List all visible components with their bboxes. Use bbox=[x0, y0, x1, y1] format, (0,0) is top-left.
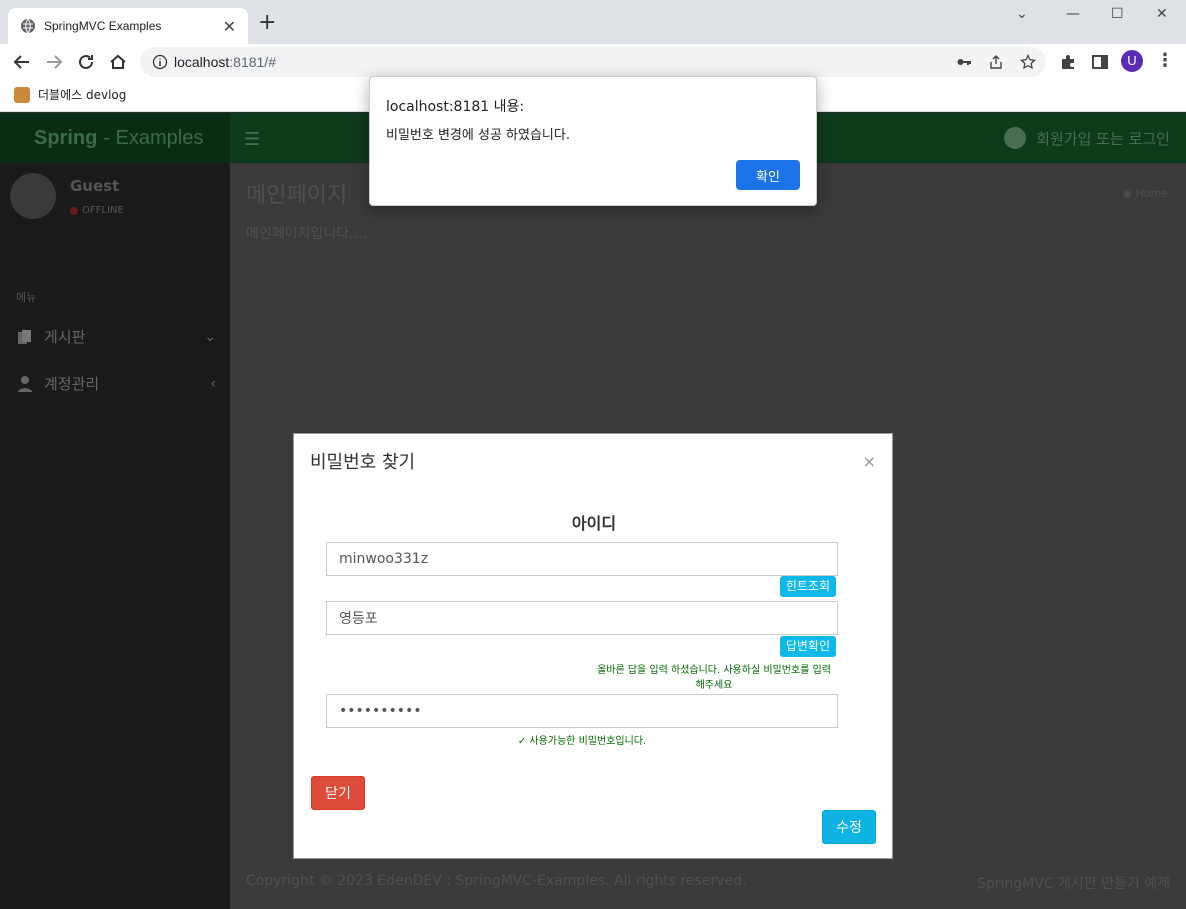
tab-close-icon[interactable]: ✕ bbox=[223, 17, 236, 36]
tab-title: SpringMVC Examples bbox=[44, 19, 162, 33]
globe-icon bbox=[21, 18, 35, 34]
answer-input[interactable] bbox=[326, 601, 838, 635]
id-label: 아이디 bbox=[571, 514, 617, 533]
maximize-button[interactable]: ☐ bbox=[1111, 6, 1124, 22]
password-find-modal: 비밀번호 찾기 × 아이디 힌트조회 답변확인 올바른 답을 입력 하셨습니다.… bbox=[293, 433, 893, 859]
chevron-down-icon: ⌄ bbox=[204, 328, 216, 345]
sidebar-item-account[interactable]: 계정관리 ‹ bbox=[16, 373, 216, 394]
user-icon bbox=[18, 375, 32, 392]
chevron-left-icon: ‹ bbox=[210, 375, 216, 392]
files-icon bbox=[18, 329, 31, 344]
alert-ok-button[interactable]: 확인 bbox=[736, 160, 800, 190]
user-name: Guest bbox=[70, 177, 120, 195]
profile-avatar[interactable]: U bbox=[1121, 50, 1143, 72]
menu-kebab-icon[interactable]: ⋮ bbox=[1156, 50, 1174, 71]
password-input[interactable] bbox=[326, 694, 838, 728]
bookmark-label: 더블에스 devlog bbox=[38, 88, 127, 102]
alert-message: 비밀번호 변경에 성공 하였습니다. bbox=[386, 128, 570, 143]
login-link[interactable]: 회원가입 또는 로그인 bbox=[1004, 127, 1170, 149]
share-icon[interactable] bbox=[988, 54, 1004, 70]
id-input[interactable] bbox=[326, 542, 838, 576]
hint-button[interactable]: 힌트조회 bbox=[779, 576, 836, 597]
site-info-icon[interactable] bbox=[152, 54, 168, 70]
key-icon[interactable] bbox=[956, 54, 972, 70]
footer-right-text: SpringMVC 게시판 만들기 예제 bbox=[976, 876, 1170, 892]
address-bar[interactable]: localhost:8181/# bbox=[140, 47, 1046, 77]
user-status: OFFLINE bbox=[70, 205, 124, 216]
sidebar: Guest OFFLINE 메뉴 게시판 ⌄ 계정관리 ‹ bbox=[0, 163, 230, 909]
browser-tabbar: SpringMVC Examples ✕ + ⌄ — ☐ ✕ bbox=[0, 0, 1186, 44]
url-text: localhost:8181/# bbox=[174, 54, 276, 70]
browser-toolbar: localhost:8181/# U ⋮ bbox=[0, 44, 1186, 80]
minimize-button[interactable]: — bbox=[1066, 6, 1080, 22]
user-avatar bbox=[10, 173, 56, 219]
new-tab-button[interactable]: + bbox=[258, 12, 276, 34]
page-title: 메인페이지 bbox=[246, 183, 348, 208]
extensions-icon[interactable] bbox=[1059, 53, 1077, 71]
page-subtitle: 메인페이지입니다.... bbox=[246, 226, 367, 242]
side-panel-icon[interactable] bbox=[1091, 53, 1109, 71]
breadcrumb[interactable]: ◉ Home bbox=[1122, 187, 1168, 200]
password-message: ✓ 사용가능한 비밀번호입니다. bbox=[517, 736, 647, 747]
footer-copyright: Copyright © 2023 EdenDEV : SpringMVC-Exa… bbox=[246, 873, 747, 889]
sidebar-item-board[interactable]: 게시판 ⌄ bbox=[16, 326, 216, 347]
bookmark-favicon-icon bbox=[14, 86, 30, 103]
answer-message: 올바른 답을 입력 하셨습니다. 사용하실 비밀번호를 입력해주세요 bbox=[597, 665, 831, 691]
status-dot-icon bbox=[70, 206, 78, 215]
user-circle-icon bbox=[1004, 127, 1027, 149]
forward-icon[interactable] bbox=[43, 51, 65, 73]
tab-search-icon[interactable]: ⌄ bbox=[1016, 6, 1028, 22]
bookmark-item[interactable]: 더블에스 devlog bbox=[14, 86, 126, 103]
close-button[interactable]: 닫기 bbox=[311, 776, 365, 810]
alert-title: localhost:8181 내용: bbox=[386, 99, 525, 115]
modal-close-icon[interactable]: × bbox=[863, 452, 876, 471]
answer-check-button[interactable]: 답변확인 bbox=[779, 636, 836, 657]
menu-header: 메뉴 bbox=[16, 291, 37, 304]
home-icon[interactable] bbox=[107, 51, 129, 73]
edit-button[interactable]: 수정 bbox=[822, 810, 876, 844]
bookmark-star-icon[interactable] bbox=[1020, 54, 1036, 70]
browser-tab[interactable]: SpringMVC Examples ✕ bbox=[8, 8, 248, 44]
site-logo[interactable]: Spring - Examples bbox=[0, 113, 230, 163]
close-window-button[interactable]: ✕ bbox=[1156, 6, 1168, 22]
reload-icon[interactable] bbox=[75, 51, 97, 73]
browser-alert-dialog: localhost:8181 내용: 비밀번호 변경에 성공 하였습니다. 확인 bbox=[369, 76, 817, 206]
back-icon[interactable] bbox=[11, 51, 33, 73]
hamburger-icon[interactable]: ☰ bbox=[244, 129, 260, 150]
modal-title: 비밀번호 찾기 bbox=[310, 452, 416, 473]
